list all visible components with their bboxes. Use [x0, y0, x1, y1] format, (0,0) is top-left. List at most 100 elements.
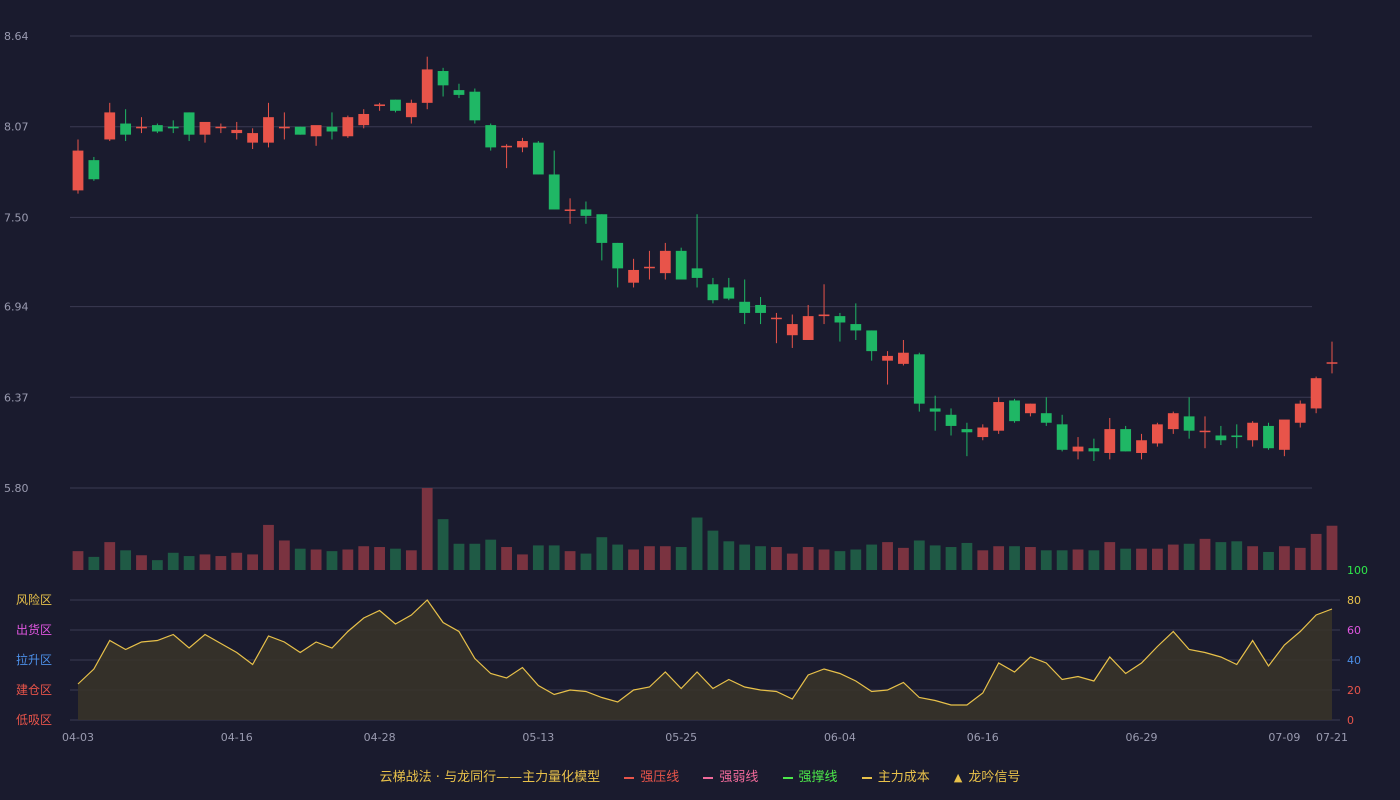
candle-body [437, 71, 449, 86]
volume-bar [199, 554, 211, 570]
zone-label: 出货区 [16, 622, 52, 637]
candle-body [199, 121, 211, 135]
candle-body [596, 214, 608, 243]
volume-bar [104, 542, 116, 570]
legend-title: 云梯战法 · 与龙同行——主力量化模型 [379, 770, 601, 785]
candle-body [644, 266, 655, 269]
volume-bar [1310, 533, 1322, 570]
candle-body [167, 126, 179, 129]
x-tick-label: 05-13 [522, 731, 554, 744]
x-tick-label: 04-16 [221, 731, 253, 744]
volume-bar [326, 551, 338, 570]
volume-bar [151, 560, 163, 570]
price-tick-label: 7.50 [4, 211, 29, 224]
indicator-tick-label: 100 [1347, 564, 1368, 577]
volume-bar [532, 545, 544, 570]
candle-body [929, 408, 941, 412]
candle-body [136, 126, 147, 129]
legend-item-signal: ▲ 龙吟信号 [953, 770, 1021, 785]
candle-body [501, 145, 512, 148]
volume-bar [1247, 546, 1259, 570]
volume-bar [120, 550, 132, 570]
volume-bar [136, 555, 147, 570]
candle-body [120, 123, 132, 135]
candle-body [231, 129, 243, 134]
volume-bar [675, 547, 687, 570]
candle-body [1247, 422, 1259, 441]
candle-body [771, 317, 782, 320]
candle-body [326, 126, 338, 132]
candle-body [1326, 362, 1338, 364]
indicator-tick-label: 20 [1347, 684, 1361, 697]
volume-bar [88, 556, 100, 570]
volume-bar [1056, 550, 1068, 570]
volume-bar [453, 543, 465, 570]
indicator-tick-label: 40 [1347, 654, 1361, 667]
volume-bar [1040, 550, 1052, 570]
candle-body [977, 427, 989, 438]
zone-label: 建仓区 [16, 683, 52, 697]
x-tick-label: 07-21 [1316, 731, 1348, 744]
legend-item-support: 强撑线 [782, 766, 838, 785]
volume-bar [437, 519, 449, 570]
candle-body [453, 90, 465, 95]
volume-bar [564, 551, 576, 570]
volume-bar [1104, 542, 1116, 570]
x-tick-label: 05-25 [665, 731, 697, 744]
volume-bar [850, 549, 862, 570]
volume-bar [72, 551, 84, 570]
volume-bar [215, 556, 227, 570]
candle-body [1025, 403, 1036, 414]
volume-bar [167, 552, 179, 570]
price-tick-label: 6.37 [4, 391, 29, 404]
volume-bar [310, 549, 322, 570]
volume-bar [580, 553, 592, 570]
volume-bar [786, 553, 798, 570]
candle-body [691, 268, 703, 278]
candle-body [898, 352, 909, 364]
volume-bar [421, 488, 433, 570]
volume-bar [691, 517, 703, 570]
candle-body [1294, 403, 1306, 423]
candle-body [1120, 429, 1132, 452]
candle-body [72, 150, 84, 191]
candle-body [818, 314, 830, 317]
volume-bar [612, 544, 624, 570]
candle-body [786, 324, 798, 336]
legend-item-strength: 强弱线 [703, 766, 758, 785]
volume-bar [961, 542, 973, 570]
candle-body [564, 209, 576, 211]
volume-bar [628, 549, 639, 570]
x-tick-label: 06-04 [824, 731, 856, 744]
candle-body [469, 91, 481, 121]
candle-body [1136, 440, 1147, 453]
volume-bar [755, 546, 766, 570]
volume-bar [1183, 543, 1195, 570]
candle-body [517, 141, 528, 148]
candle-body [1199, 430, 1211, 433]
price-tick-label: 8.07 [4, 121, 29, 134]
legend-item-resistance: 强压线 [624, 766, 679, 785]
candle-body [1009, 400, 1020, 422]
price-tick-label: 8.64 [4, 30, 29, 43]
volume-bar [1025, 547, 1036, 570]
volume-bar [183, 556, 195, 570]
volume-bar [1263, 551, 1274, 570]
volume-bar [707, 530, 719, 570]
volume-bar [882, 542, 893, 570]
volume-bar [231, 552, 243, 570]
indicator-tick-label: 80 [1347, 594, 1361, 607]
volume-bar [1088, 550, 1100, 570]
candle-body [104, 112, 116, 140]
volume-bar [247, 554, 259, 570]
candle-body [723, 287, 735, 299]
candle-body [532, 142, 544, 175]
volume-bar [1231, 541, 1243, 570]
volume-bar [342, 549, 354, 570]
candle-body [866, 330, 878, 352]
volume-bar [977, 550, 989, 570]
candle-body [215, 126, 227, 129]
x-tick-label: 07-09 [1268, 731, 1300, 744]
candle-body [1263, 425, 1274, 449]
volume-bar [1167, 544, 1179, 570]
